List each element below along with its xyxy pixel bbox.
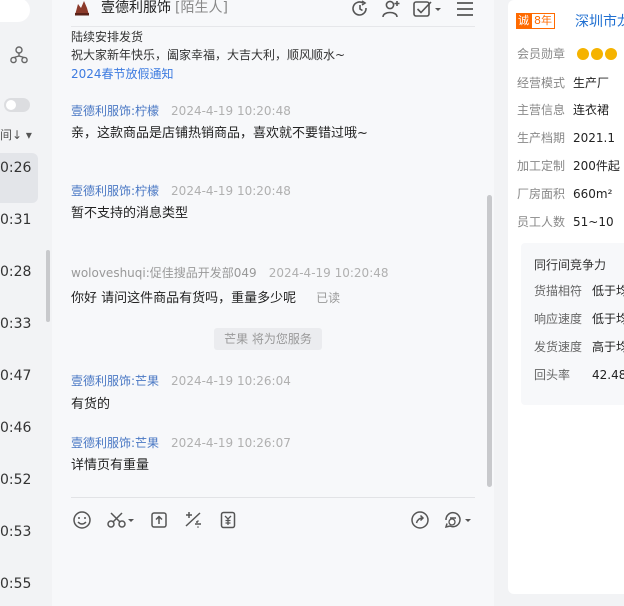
message-sender: 壹德利服饰:柠檬 2024-4-19 10:20:48: [71, 184, 291, 198]
read-status: 已读: [316, 291, 341, 305]
org-structure-icon[interactable]: [10, 46, 28, 64]
chat-panel: 壹德利服饰 [陌生人] 陆续安排发货 祝大家新年快乐，阖家幸福，大吉大利，顺风顺水…: [52, 0, 494, 606]
shop-location[interactable]: 深圳市龙: [575, 11, 624, 31]
coupon-icon[interactable]: [218, 510, 238, 530]
info-row: 生产档期 2021.1: [517, 131, 615, 145]
chat-title: 壹德利服饰 [陌生人]: [101, 0, 228, 17]
message-sender: 壹德利服饰:芒果 2024-4-19 10:26:07: [71, 436, 291, 450]
conversation-list: 间↓ ▾ 0:26 0:31 0:28 0:33 0:47 0:46 0:52 …: [0, 0, 52, 606]
conversation-time[interactable]: 0:26: [0, 160, 31, 176]
screenshot-scissors-icon[interactable]: [106, 510, 136, 530]
chat-scrollbar[interactable]: [487, 195, 492, 487]
history-icon[interactable]: [350, 0, 370, 19]
stranger-tag: [陌生人]: [175, 0, 228, 16]
holiday-notice-link[interactable]: 2024春节放假通知: [71, 65, 174, 82]
add-contact-icon[interactable]: [381, 0, 401, 19]
competitiveness-box: 同行间竞争力 货描相符 低于均 响应速度 低于均 发货速度 高于均 回头率 42.48: [521, 243, 624, 405]
filter-toggle[interactable]: [4, 98, 30, 112]
quick-reply-icon[interactable]: [443, 510, 473, 530]
emoji-icon[interactable]: [72, 510, 92, 530]
system-notice: 芒果 将为您服务: [214, 328, 322, 350]
conversation-time[interactable]: 0:28: [0, 264, 31, 280]
conversation-time[interactable]: 0:55: [0, 576, 31, 592]
info-row: 主营信息 连衣裙: [517, 103, 610, 117]
shop-info-panel: 诚8年 深圳市龙 会员勋章 经营模式生产厂 主营信息连衣裙 生产档期2021.1…: [494, 0, 624, 606]
competitiveness-title: 同行间竞争力: [534, 258, 607, 272]
info-row: 厂房面积 660m²: [517, 187, 613, 201]
conversation-time[interactable]: 0:47: [0, 368, 31, 384]
search-box[interactable]: [0, 0, 30, 22]
menu-icon[interactable]: [455, 0, 475, 19]
compete-row: 发货速度 高于均: [534, 340, 624, 354]
task-check-icon[interactable]: [412, 0, 442, 19]
medal-icon: [576, 47, 619, 61]
notice-text-line: 陆续安排发货: [71, 30, 144, 44]
message-sender: 壹德利服饰:柠檬 2024-4-19 10:20:48: [71, 104, 291, 118]
compete-row: 回头率 42.48: [534, 368, 624, 382]
message-text: 你好 请问这件商品有货吗，重量多少呢 已读: [71, 291, 341, 306]
shop-name[interactable]: 壹德利服饰: [101, 0, 171, 16]
compete-row: 响应速度 低于均: [534, 312, 624, 326]
conversation-time[interactable]: 0:31: [0, 212, 31, 228]
calculator-icon[interactable]: [183, 510, 203, 530]
conversation-time[interactable]: 0:33: [0, 316, 31, 332]
info-row: 加工定制 200件起: [517, 159, 620, 173]
message-text: 暂不支持的消息类型: [71, 206, 189, 221]
message-list: 陆续安排发货 祝大家新年快乐，阖家幸福，大吉大利，顺风顺水~ 2024春节放假通…: [52, 26, 484, 496]
share-icon[interactable]: [410, 510, 430, 530]
message-text: 有货的: [71, 397, 111, 412]
list-scrollbar[interactable]: [46, 250, 50, 322]
message-text: 详情页有重量: [71, 458, 150, 473]
membership-years-badge: 诚 8年: [516, 13, 555, 29]
compete-row: 货描相符 低于均: [534, 284, 624, 298]
info-row: 经营模式 生产厂: [517, 76, 610, 90]
conversation-time[interactable]: 0:52: [0, 472, 31, 488]
message-sender: 壹德利服饰:芒果 2024-4-19 10:26:04: [71, 374, 291, 388]
notice-text-line: 祝大家新年快乐，阖家幸福，大吉大利，顺风顺水~: [71, 48, 346, 62]
info-row-medal: 会员勋章: [517, 45, 619, 62]
shop-logo-icon: [75, 1, 89, 16]
chat-header: 壹德利服饰 [陌生人]: [52, 0, 494, 20]
conversation-time[interactable]: 0:46: [0, 420, 31, 436]
message-text: 亲，这款商品是店铺热销商品，喜欢就不要错过哦~: [71, 126, 368, 141]
sort-dropdown[interactable]: 间↓ ▾: [0, 126, 32, 143]
info-row: 员工人数 51~10: [517, 215, 614, 229]
message-sender: woloveshuqi:促佳搜品开发部049 2024-4-19 10:20:48: [71, 266, 389, 280]
conversation-time[interactable]: 0:53: [0, 524, 31, 540]
upload-file-icon[interactable]: [149, 510, 169, 530]
